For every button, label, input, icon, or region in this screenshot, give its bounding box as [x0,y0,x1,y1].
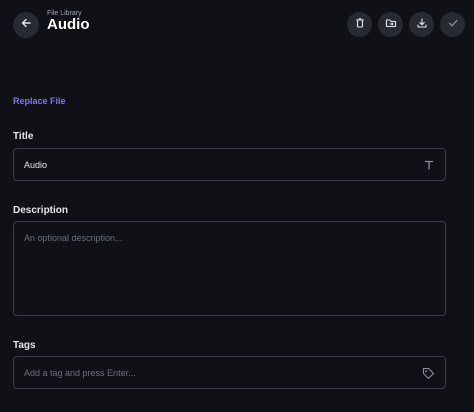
tag-icon [422,367,435,380]
arrow-left-icon [20,16,32,34]
description-placeholder: An optional description... [24,233,123,243]
move-to-folder-button[interactable] [378,12,403,37]
tags-placeholder: Add a tag and press Enter... [24,368,136,378]
download-icon [416,16,428,34]
tags-label: Tags [13,340,36,351]
download-button[interactable] [409,12,434,37]
folder-move-icon [385,16,397,34]
back-button[interactable] [13,12,39,38]
tags-input[interactable]: Add a tag and press Enter... [13,356,446,389]
title-input[interactable]: Audio [13,148,446,181]
page-title: Audio [47,16,90,33]
header: File Library Audio [0,0,474,50]
check-icon [447,16,459,34]
title-input-value: Audio [24,160,48,170]
replace-file-link[interactable]: Replace File [13,96,66,107]
description-label: Description [13,205,69,216]
title-label: Title [13,131,34,142]
save-button[interactable] [440,12,465,37]
delete-button[interactable] [347,12,372,37]
text-type-icon [423,159,435,171]
trash-icon [354,16,366,34]
header-actions [347,12,465,37]
description-textarea[interactable]: An optional description... [13,221,446,316]
